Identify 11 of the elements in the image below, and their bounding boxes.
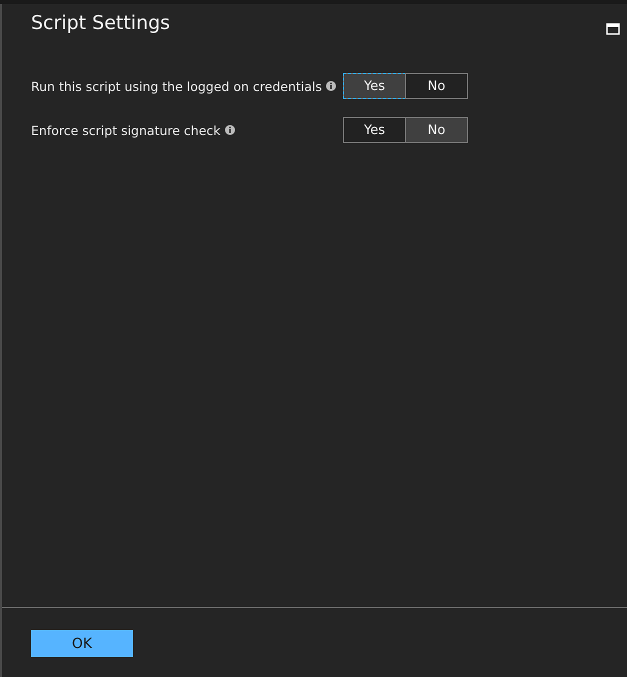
toggle-option[interactable]: Yes [343, 117, 406, 143]
info-icon[interactable] [224, 125, 235, 135]
toggle-option[interactable]: Yes [343, 73, 406, 99]
maximize-icon[interactable] [606, 23, 620, 35]
ok-button[interactable]: OK [31, 630, 133, 657]
panel-title: Script Settings [31, 12, 170, 34]
toggle-option[interactable]: No [405, 117, 468, 143]
setting-label: Enforce script signature check [31, 122, 221, 138]
setting-label: Run this script using the logged on credentials [31, 78, 322, 94]
info-icon[interactable] [326, 81, 336, 91]
toggle-option[interactable]: No [405, 73, 468, 99]
